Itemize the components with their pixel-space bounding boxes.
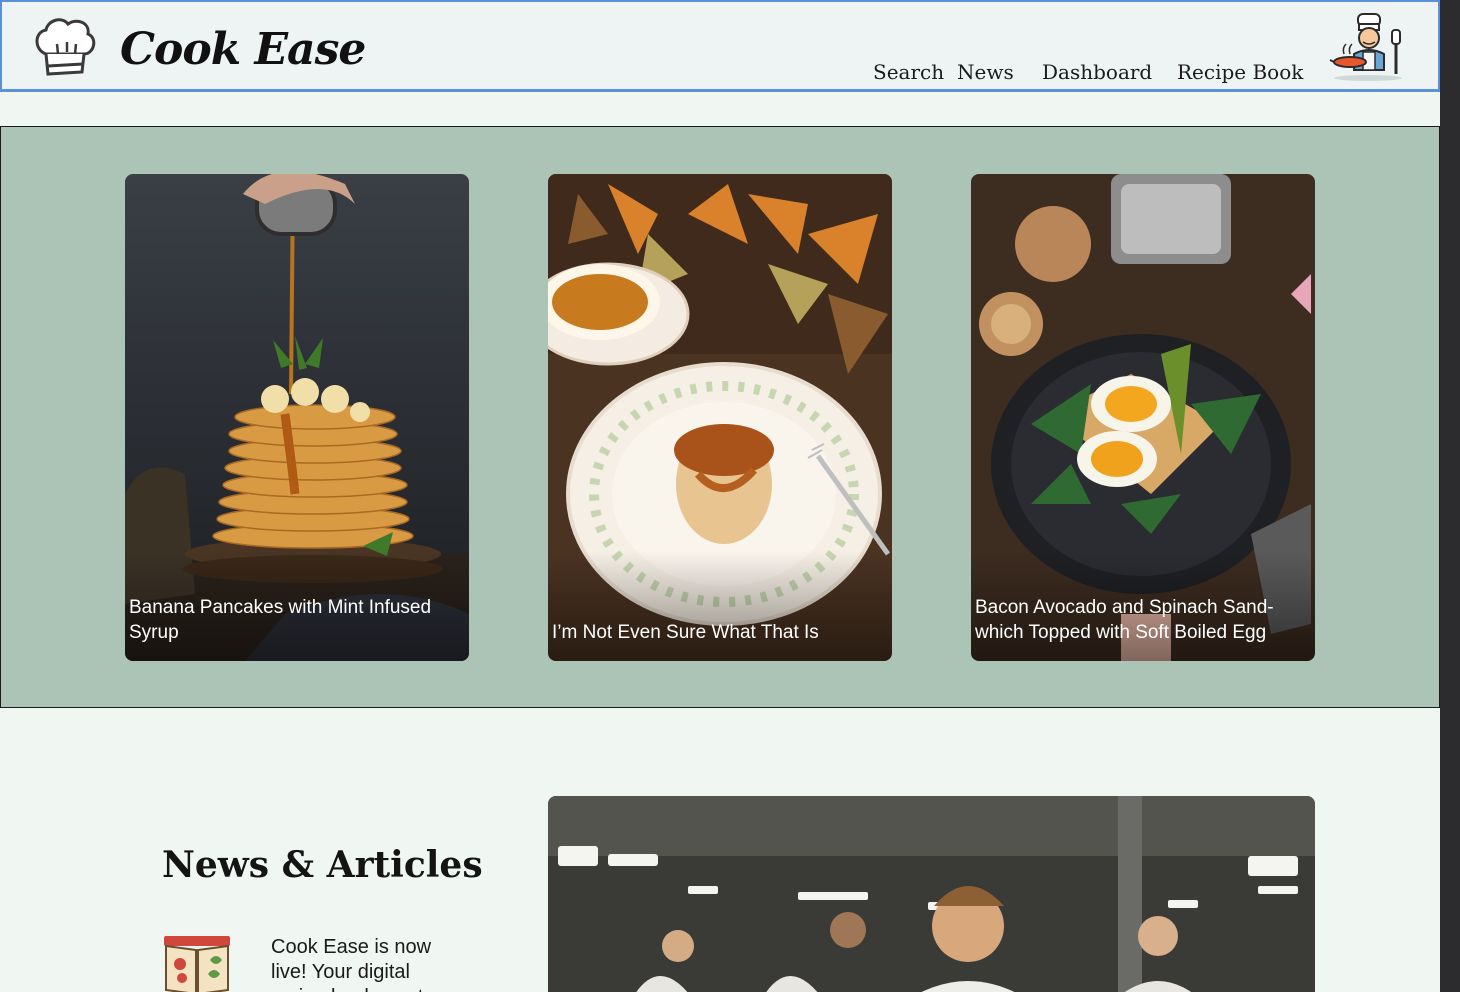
recipe-card[interactable]: Bacon Avocado and Spinach Sand-which Top… (971, 174, 1315, 661)
news-section-title: News & Articles (162, 844, 483, 886)
chef-cooking-icon[interactable] (1328, 12, 1406, 82)
kitchen-photo (548, 796, 1315, 992)
window-edge (1440, 0, 1460, 992)
top-header: Cook Ease Search News Dashboard Recipe B… (0, 0, 1440, 92)
featured-recipes: Banana Pancakes with Mint Infused Syrup … (0, 126, 1440, 708)
recipe-book-icon (164, 936, 230, 992)
recipe-card-title: Banana Pancakes with Mint Infused Syrup (129, 597, 432, 643)
brand-logo[interactable]: Cook Ease (120, 24, 366, 75)
recipe-card-title: I’m Not Even Sure What That Is (552, 622, 819, 643)
news-feature-image[interactable] (548, 796, 1315, 992)
news-article-snippet[interactable]: Cook Ease is now live! Your digital reci… (271, 935, 451, 992)
nav-dashboard[interactable]: Dashboard (1042, 60, 1152, 84)
recipe-card[interactable]: I’m Not Even Sure What That Is (548, 174, 892, 661)
nav-search[interactable]: Search (873, 60, 944, 84)
recipe-card-title: Bacon Avocado and Spinach Sand-which Top… (975, 597, 1274, 643)
nav-news[interactable]: News (957, 60, 1014, 84)
nav-recipe-book[interactable]: Recipe Book (1177, 60, 1303, 84)
chef-hat-icon[interactable] (32, 16, 98, 78)
recipe-card[interactable]: Banana Pancakes with Mint Infused Syrup (125, 174, 469, 661)
